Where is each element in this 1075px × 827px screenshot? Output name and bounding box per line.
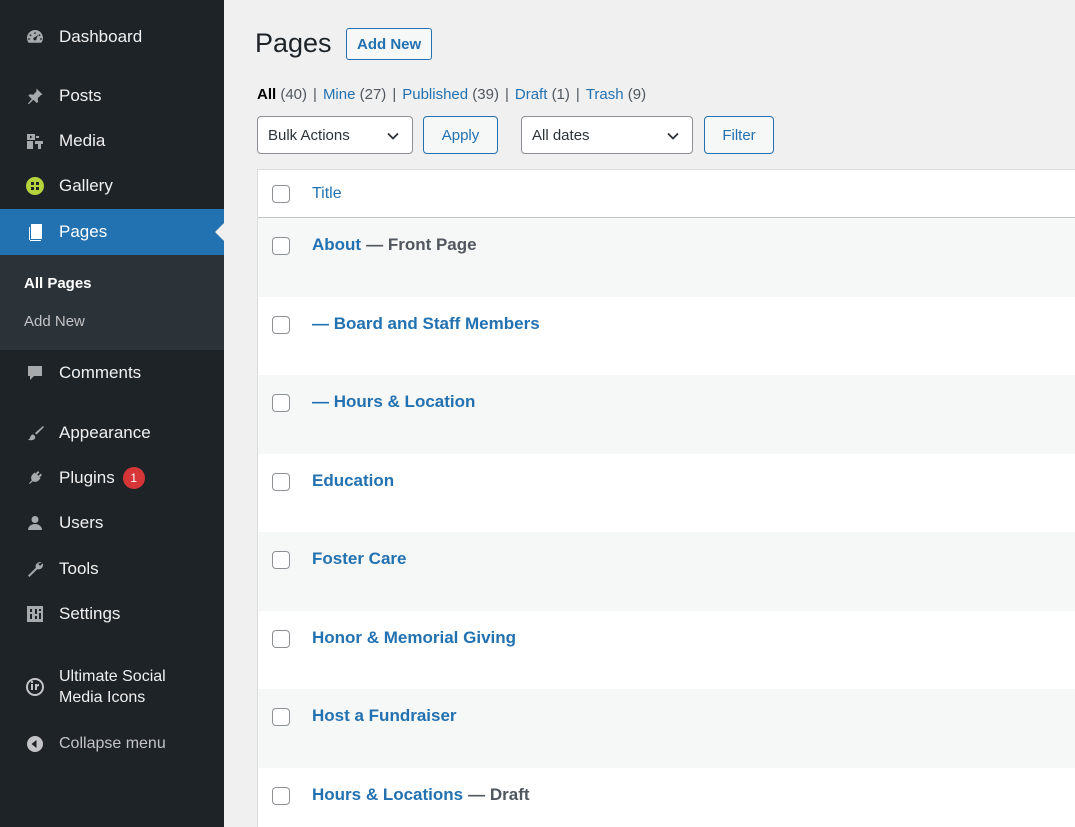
bulk-actions-select[interactable]: Bulk Actions: [257, 116, 413, 154]
page-title-link[interactable]: Honor & Memorial Giving: [312, 628, 516, 648]
pin-icon: [24, 85, 46, 107]
dashboard-icon: [24, 26, 46, 48]
row-checkbox[interactable]: [272, 708, 290, 726]
apply-button[interactable]: Apply: [423, 116, 498, 154]
main-content: Pages Add New All (40) | Mine (27) | Publish…: [224, 0, 1075, 827]
sidebar-item-comments[interactable]: Comments: [0, 358, 224, 388]
column-title-header[interactable]: Title: [312, 185, 342, 203]
plugin-icon: [24, 467, 46, 489]
brush-icon: [24, 422, 46, 444]
row-checkbox[interactable]: [272, 472, 290, 491]
sidebar-item-settings[interactable]: Settings: [0, 599, 224, 629]
sidebar-item-label: Tools: [59, 559, 99, 578]
sidebar-item-ultimate-social-media-icons[interactable]: Ultimate Social Media Icons: [0, 664, 224, 710]
pages-table: Title About — Front Page — Board and Sta…: [257, 169, 1075, 827]
sidebar-item-plugins[interactable]: Plugins 1: [0, 463, 224, 493]
comment-icon: [24, 362, 46, 384]
page-title-link[interactable]: Education: [312, 471, 394, 491]
page-title-link[interactable]: — Board and Staff Members: [312, 314, 540, 334]
chevron-down-icon: [386, 129, 400, 147]
row-checkbox[interactable]: [272, 237, 290, 255]
sidebar-item-label: Settings: [59, 604, 121, 623]
row-checkbox[interactable]: [272, 629, 290, 648]
page-title: Pages: [255, 28, 332, 58]
table-row: Host a Fundraiser: [258, 689, 1075, 768]
chevron-down-icon: [666, 129, 680, 147]
table-row: — Board and Staff Members: [258, 297, 1075, 376]
filter-published-link[interactable]: Published (39): [402, 86, 499, 103]
add-new-page-button[interactable]: Add New: [346, 28, 433, 60]
table-row: Foster Care: [258, 532, 1075, 611]
social-icons-icon: [24, 676, 46, 698]
row-checkbox[interactable]: [272, 786, 290, 805]
filter-mine-link[interactable]: Mine (27): [323, 86, 386, 103]
collapse-menu-button[interactable]: Collapse menu: [0, 729, 224, 759]
sidebar-item-label: Plugins: [59, 468, 115, 487]
pages-icon: [24, 221, 46, 243]
sidebar-item-posts[interactable]: Posts: [0, 81, 224, 111]
page-title-link[interactable]: About: [312, 235, 361, 255]
sidebar-item-label: Posts: [59, 86, 102, 105]
table-row: Education: [258, 454, 1075, 533]
page-state: — Draft: [468, 784, 530, 804]
plugin-update-badge: 1: [122, 467, 145, 489]
sidebar-item-label: Appearance: [59, 423, 151, 442]
filter-trash-link[interactable]: Trash (9): [586, 86, 646, 103]
select-all-checkbox[interactable]: [272, 184, 290, 203]
current-menu-arrow: [215, 223, 224, 241]
wrench-icon: [24, 558, 46, 580]
sidebar-item-label: Gallery: [59, 176, 113, 195]
page-title-link[interactable]: Foster Care: [312, 549, 406, 569]
row-checkbox[interactable]: [272, 394, 290, 412]
table-row: About — Front Page: [258, 218, 1075, 297]
page-title-link[interactable]: Host a Fundraiser: [312, 706, 457, 726]
gallery-icon: [24, 175, 46, 197]
collapse-arrow-icon: [24, 733, 46, 755]
table-row: Hours & Locations — Draft: [258, 768, 1075, 827]
filter-draft-link[interactable]: Draft (1): [515, 86, 570, 103]
filter-button[interactable]: Filter: [704, 116, 774, 154]
submenu-item-add-new[interactable]: Add New: [24, 313, 85, 330]
sidebar-item-media[interactable]: Media: [0, 126, 224, 156]
collapse-menu-label: Collapse menu: [59, 735, 166, 752]
pages-submenu: All Pages Add New: [0, 255, 224, 350]
admin-sidebar: Dashboard Posts Media Gallery Pages All …: [0, 0, 224, 827]
status-filter-links: All (40) | Mine (27) | Published (39) | Draft …: [257, 86, 647, 103]
sidebar-item-label: Dashboard: [59, 27, 143, 46]
sidebar-item-pages[interactable]: Pages: [0, 209, 224, 255]
sidebar-item-dashboard[interactable]: Dashboard: [0, 22, 224, 52]
sidebar-item-gallery[interactable]: Gallery: [0, 171, 224, 201]
row-checkbox[interactable]: [272, 315, 290, 334]
sidebar-item-label: Users: [59, 513, 104, 532]
sidebar-item-label: Comments: [59, 363, 142, 382]
page-title-link[interactable]: Hours & Locations: [312, 785, 463, 805]
settings-icon: [24, 603, 46, 625]
sidebar-item-label: Media: [59, 131, 106, 150]
submenu-item-all-pages[interactable]: All Pages: [24, 275, 92, 292]
sidebar-item-tools[interactable]: Tools: [0, 554, 224, 584]
date-filter-select[interactable]: All dates: [521, 116, 693, 154]
page-state: — Front Page: [366, 235, 477, 254]
table-header: Title: [258, 170, 1075, 218]
user-icon: [24, 512, 46, 534]
sidebar-item-label: Pages: [59, 222, 108, 241]
row-checkbox[interactable]: [272, 551, 290, 569]
sidebar-item-users[interactable]: Users: [0, 508, 224, 538]
table-row: — Hours & Location: [258, 375, 1075, 454]
filter-all-link[interactable]: All (40): [257, 86, 307, 103]
table-row: Honor & Memorial Giving: [258, 611, 1075, 690]
page-title-link[interactable]: — Hours & Location: [312, 392, 475, 412]
sidebar-item-label: Ultimate Social Media Icons: [59, 668, 166, 706]
media-icon: [24, 130, 46, 152]
sidebar-item-appearance[interactable]: Appearance: [0, 418, 224, 448]
